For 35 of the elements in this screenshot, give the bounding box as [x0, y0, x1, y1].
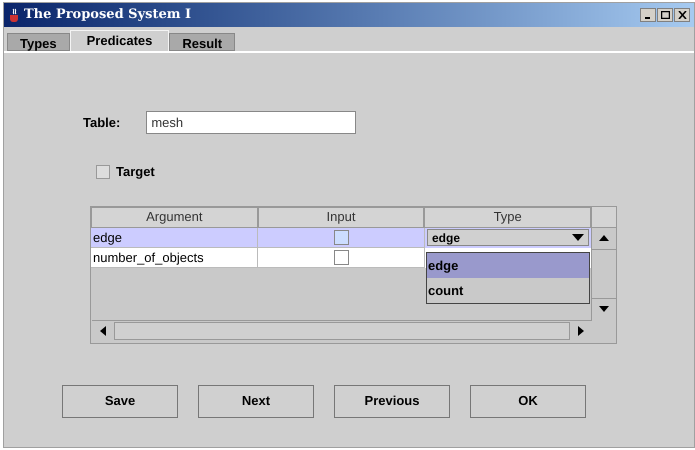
window-title: The Proposed System I [24, 6, 192, 24]
horizontal-scrollbar[interactable] [92, 320, 592, 342]
table-cell: number_of_objects [91, 248, 258, 268]
column-header[interactable]: Argument [91, 206, 258, 228]
target-label: Target [116, 163, 155, 181]
maximize-icon [660, 11, 670, 19]
dialog-button[interactable]: OK [470, 384, 586, 418]
dialog-button[interactable]: Save [62, 384, 178, 418]
column-header[interactable]: Input [258, 206, 424, 228]
scroll-down-icon [599, 306, 609, 312]
table-row[interactable]: edge edge [91, 228, 591, 248]
cup-icon [8, 8, 20, 22]
tab[interactable]: Predicates [70, 30, 170, 51]
vertical-scrollbar[interactable] [591, 206, 616, 320]
type-combo[interactable]: edge [427, 229, 589, 246]
input-checkbox[interactable] [334, 250, 348, 264]
dropdown-arrow-icon [572, 234, 584, 241]
scroll-up-icon [599, 235, 609, 241]
column-header[interactable]: Type [424, 206, 592, 228]
dialog-button[interactable]: Previous [334, 384, 450, 418]
scroll-right-icon [578, 326, 584, 336]
table-field[interactable]: mesh [146, 111, 356, 134]
input-checkbox[interactable] [334, 230, 348, 244]
target-checkbox[interactable] [96, 164, 110, 179]
scroll-left-icon [100, 326, 106, 336]
maximize-button[interactable] [657, 8, 673, 22]
tab[interactable]: Result [169, 33, 236, 51]
dropdown-option[interactable]: edge [427, 252, 589, 278]
dialog-button[interactable]: Next [198, 384, 314, 418]
tab[interactable]: Types [7, 33, 70, 51]
minimize-button[interactable] [640, 8, 656, 22]
table-label: Table: [83, 114, 120, 132]
close-icon [678, 11, 686, 19]
close-button[interactable] [674, 8, 690, 22]
dropdown-option[interactable]: count [427, 278, 589, 302]
